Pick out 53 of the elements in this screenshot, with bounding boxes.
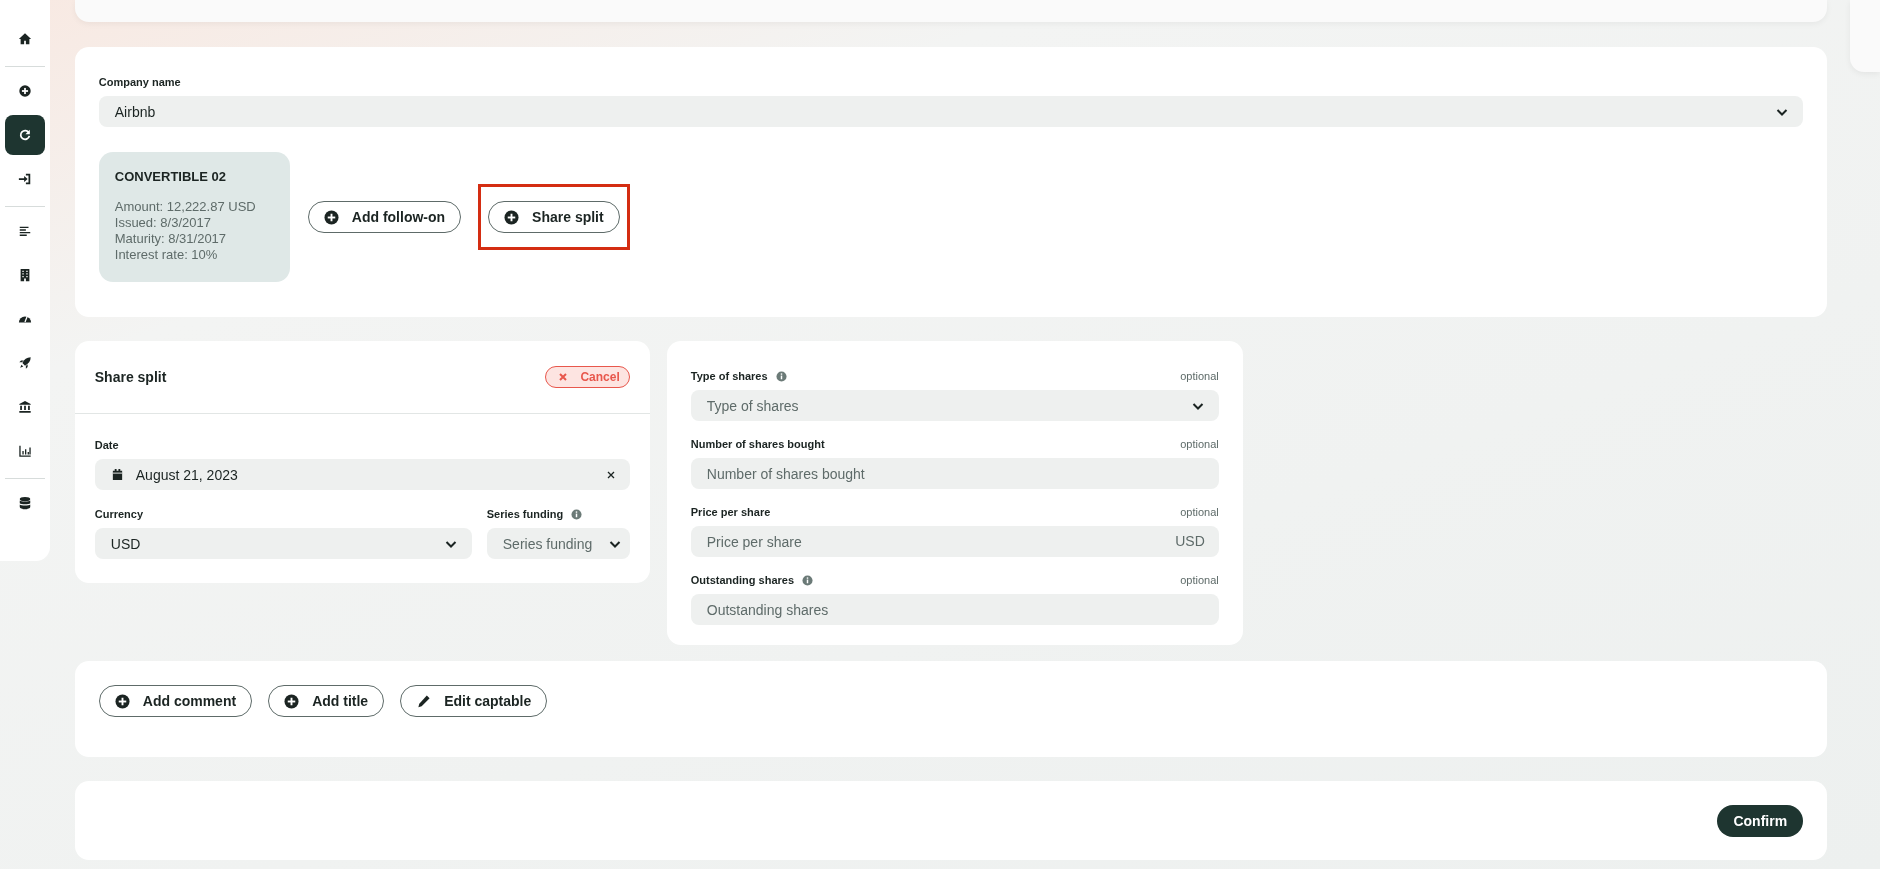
add-button[interactable]: Share split — [488, 201, 620, 233]
clear-icon — [605, 469, 616, 480]
pencil-icon — [416, 693, 432, 709]
plus-circle-icon — [504, 209, 520, 225]
field-label: Date — [94, 439, 119, 451]
add-button[interactable]: Add follow-on — [307, 201, 462, 233]
plus-circle-icon — [114, 693, 130, 709]
bank-icon — [17, 400, 32, 414]
nav-button[interactable] — [4, 115, 45, 155]
refresh-icon — [17, 128, 32, 142]
calendar-icon — [110, 468, 124, 481]
plus-circle-icon — [284, 693, 300, 709]
field-label: Outstanding shares — [690, 574, 795, 586]
currency-unit: USD — [1175, 533, 1205, 549]
plus-circle-icon — [17, 84, 32, 98]
select-field[interactable]: Series funding — [486, 528, 630, 559]
field-label: Price per share — [690, 506, 771, 518]
align-left-icon — [17, 224, 32, 238]
date-field[interactable]: August 21, 2023 — [94, 459, 630, 490]
info-icon — [802, 574, 814, 586]
select-field[interactable]: Airbnb — [98, 96, 1804, 127]
field-label: Type of shares — [690, 370, 768, 382]
sign-in-icon — [17, 172, 32, 186]
input-field[interactable]: Outstanding shares — [690, 594, 1219, 625]
home-icon — [17, 32, 32, 46]
field-label: Number of shares bought — [690, 438, 825, 450]
rocket-icon — [17, 356, 32, 370]
panel-title: Share split — [94, 369, 167, 385]
field-label: Currency — [94, 508, 144, 520]
bar-chart-icon — [17, 444, 32, 458]
info-icon — [571, 508, 583, 520]
instrument-detail: Maturity: 8/31/2017 — [114, 231, 228, 247]
close-icon — [558, 372, 569, 382]
optional-note: optional — [1180, 506, 1219, 518]
optional-note: optional — [1180, 574, 1219, 586]
edit-button[interactable]: Edit captable — [400, 685, 548, 717]
field-label: Company name — [98, 76, 181, 88]
confirm-button[interactable]: Confirm — [1717, 804, 1804, 837]
instrument-title: CONVERTIBLE 02 — [114, 169, 228, 184]
optional-note: optional — [1180, 370, 1219, 382]
info-icon — [775, 370, 787, 382]
instrument-detail: Interest rate: 10% — [114, 247, 219, 263]
instrument-detail: Amount: 12,222.87 USD — [114, 199, 257, 215]
add-button[interactable]: Add title — [268, 685, 385, 717]
plus-circle-icon — [323, 209, 339, 225]
field-label: Series funding — [486, 508, 564, 520]
instrument-detail: Issued: 8/3/2017 — [114, 215, 212, 231]
database-icon — [17, 496, 32, 510]
select-field[interactable]: USD — [94, 528, 472, 559]
input-field[interactable]: Number of shares bought — [690, 458, 1219, 489]
add-button[interactable]: Add comment — [98, 685, 253, 717]
select-field[interactable]: Type of shares — [690, 390, 1219, 421]
optional-note: optional — [1180, 438, 1219, 450]
